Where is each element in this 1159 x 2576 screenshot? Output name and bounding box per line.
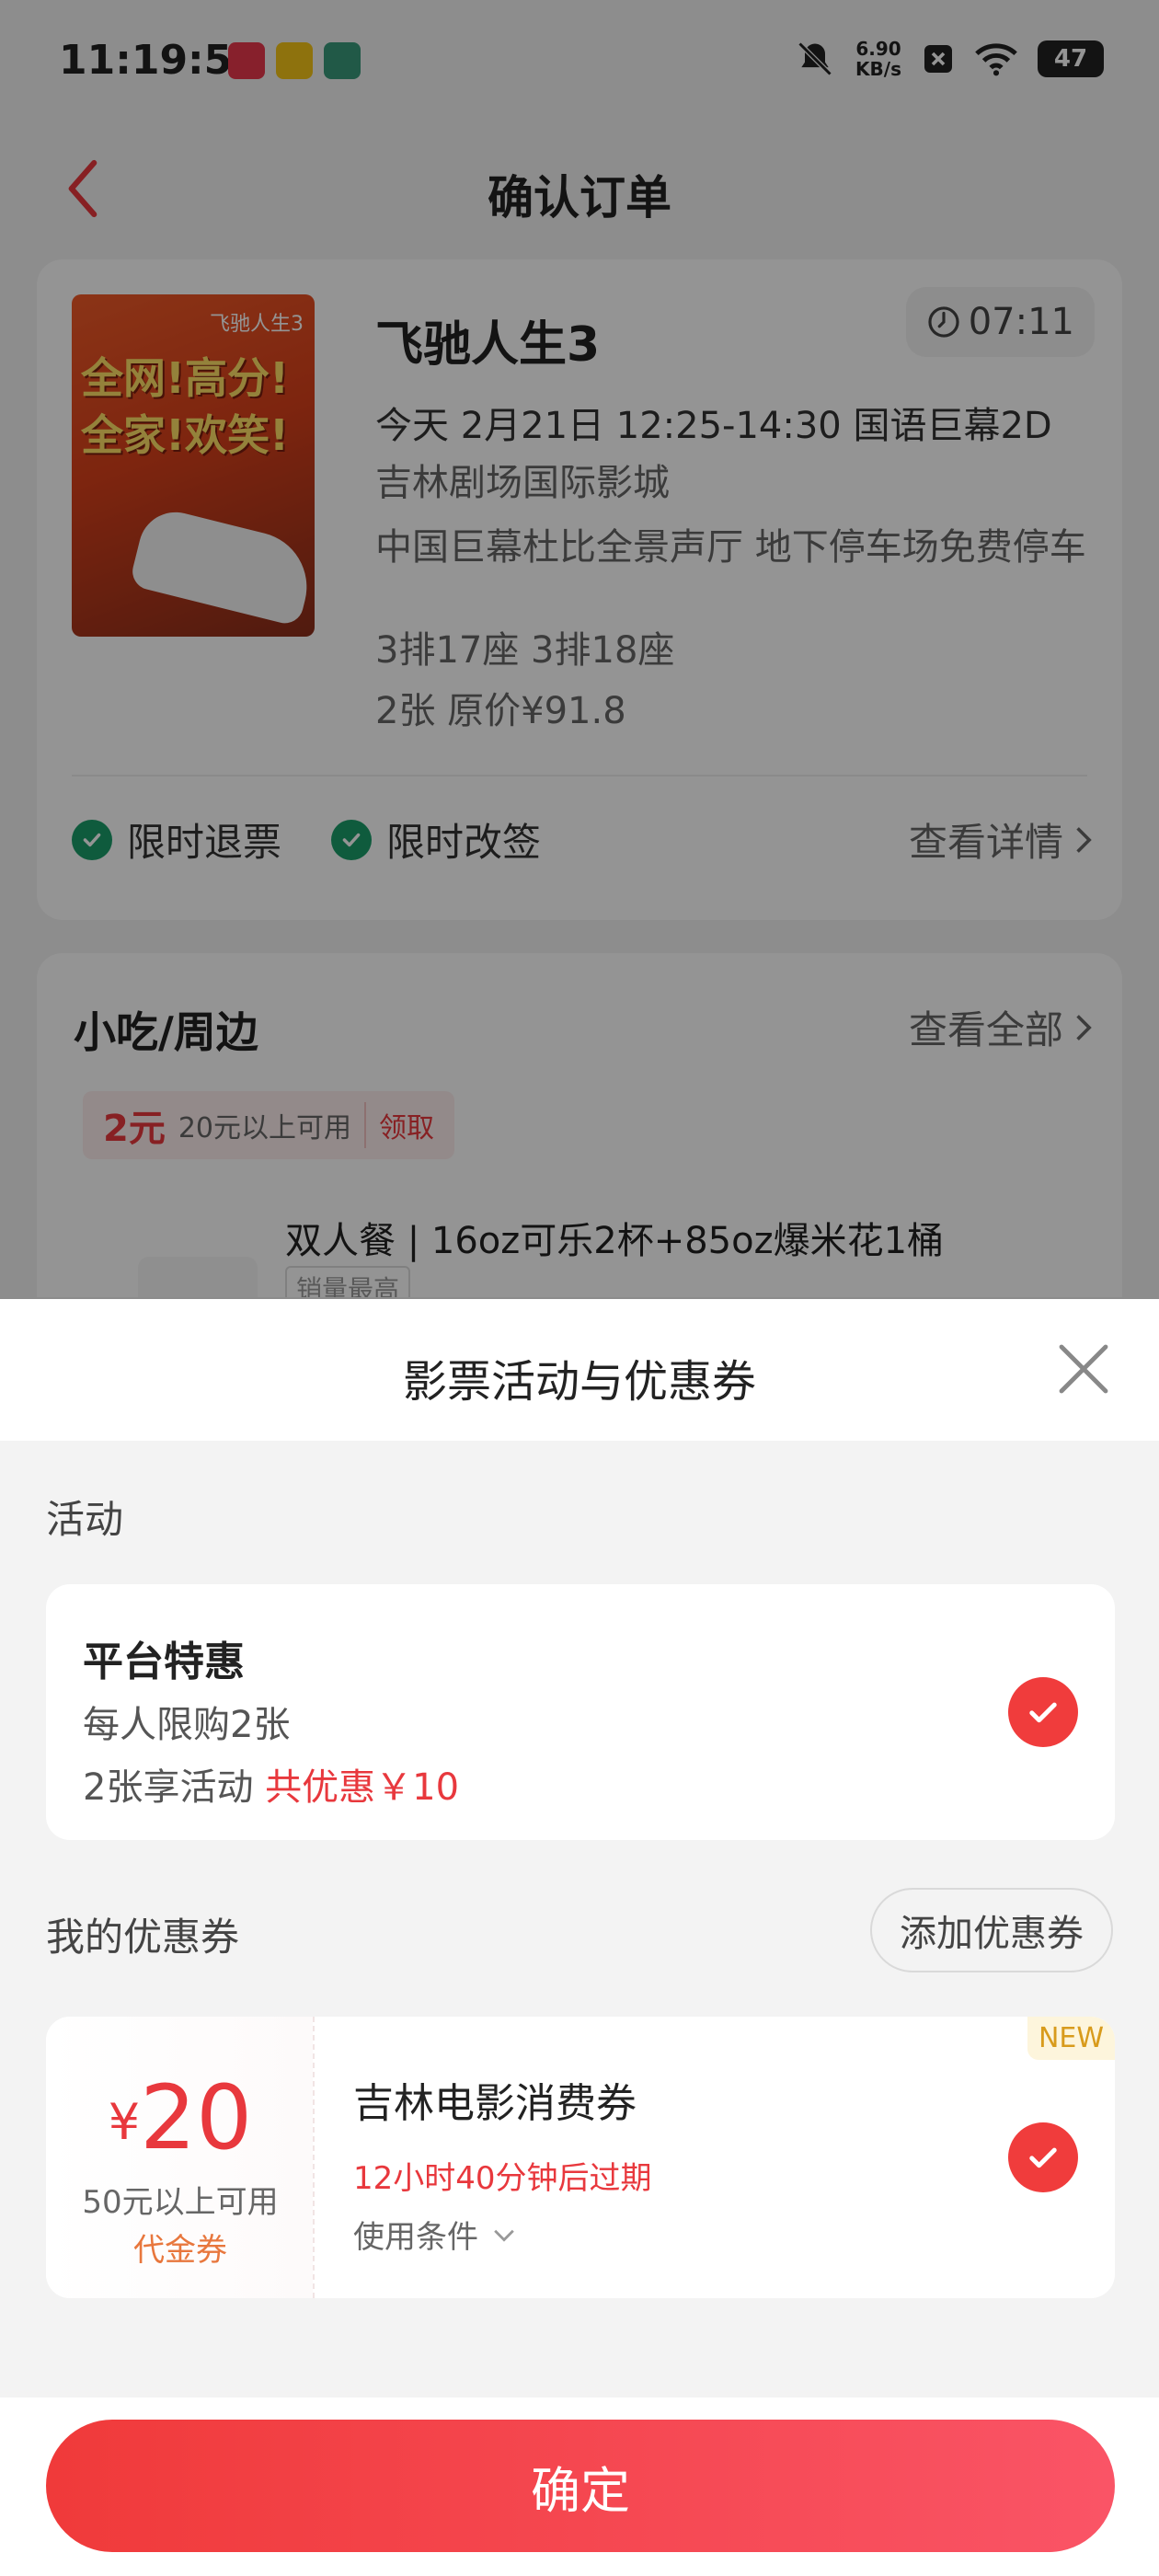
sheet-header: 影票活动与优惠券 [0, 1299, 1159, 1441]
coupon-value-panel: ¥20 50元以上可用 代金券 [46, 2017, 315, 2298]
coupon-condition: 50元以上可用 [82, 2184, 279, 2221]
coupon-type: 代金券 [133, 2232, 227, 2269]
activity-discount-prefix: 2张享活动 [83, 1766, 254, 1809]
sheet-title: 影票活动与优惠券 [402, 1356, 756, 1408]
new-badge: NEW [1027, 2017, 1115, 2060]
confirm-button[interactable]: 确定 [46, 2420, 1115, 2552]
my-coupons-section-label: 我的优惠券 [46, 1915, 240, 1960]
coupon-terms-toggle[interactable]: 使用条件 [353, 2212, 517, 2257]
coupon-currency: ¥ [108, 2093, 141, 2151]
activity-section-label: 活动 [46, 1497, 124, 1542]
coupon-terms-label: 使用条件 [353, 2219, 478, 2256]
checkmark-icon [1029, 1702, 1057, 1723]
coupon-amount: ¥20 [46, 2072, 315, 2168]
add-coupon-button[interactable]: 添加优惠券 [870, 1888, 1113, 1972]
coupon-sheet: 影票活动与优惠券 活动 平台特惠 每人限购2张 2张享活动 共优惠￥10 我的优… [0, 1299, 1159, 2576]
activity-title: 平台特惠 [83, 1639, 245, 1685]
activity-checkbox[interactable] [1008, 1677, 1078, 1747]
modal-backdrop[interactable] [0, 0, 1159, 1299]
coupon-amount-value: 20 [140, 2066, 253, 2169]
coupon-checkbox[interactable] [1008, 2122, 1078, 2192]
activity-option[interactable]: 平台特惠 每人限购2张 2张享活动 共优惠￥10 [46, 1584, 1115, 1840]
activity-discount-amount: 共优惠￥10 [265, 1766, 460, 1809]
coupon-name: 吉林电影消费券 [353, 2080, 637, 2127]
checkmark-icon [1029, 2147, 1057, 2168]
activity-discount: 2张享活动 共优惠￥10 [83, 1757, 459, 1811]
chevron-down-icon [494, 2229, 514, 2242]
confirm-bar: 确定 [0, 2398, 1159, 2576]
coupon-expiry: 12小时40分钟后过期 [353, 2160, 652, 2197]
coupon-option[interactable]: ¥20 50元以上可用 代金券 吉林电影消费券 12小时40分钟后过期 使用条件… [46, 2017, 1115, 2298]
close-icon[interactable] [1050, 1336, 1117, 1402]
activity-limit: 每人限购2张 [83, 1704, 291, 1746]
